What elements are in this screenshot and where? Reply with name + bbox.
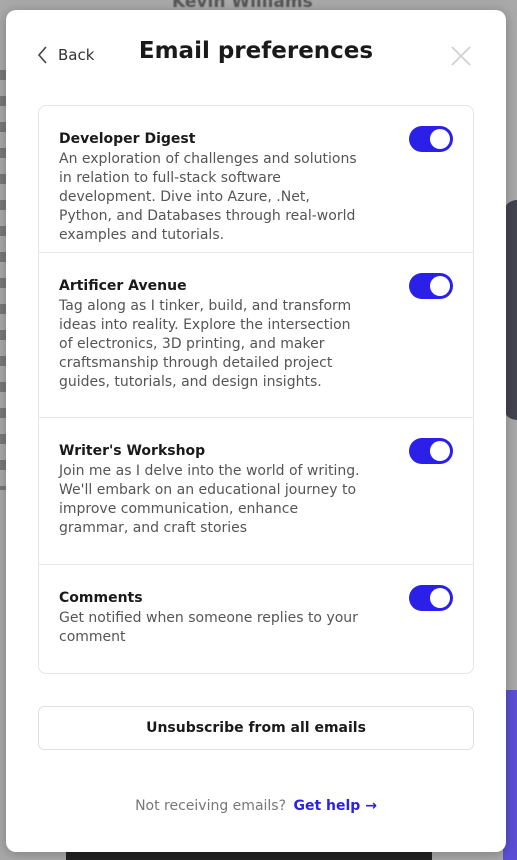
get-help-link[interactable]: Get help → [293,798,376,814]
toggle-knob [430,129,450,149]
help-line: Not receiving emails? Get help → [6,798,506,814]
preference-name: Comments [59,590,143,606]
preference-name: Artificer Avenue [59,278,187,294]
preferences-list: Developer Digest An exploration of chall… [38,105,474,674]
close-icon[interactable] [450,45,472,67]
toggle-knob [430,441,450,461]
preference-artificer-avenue: Artificer Avenue Tag along as I tinker, … [39,253,473,418]
preference-writers-workshop: Writer's Workshop Join me as I delve int… [39,418,473,565]
preference-description: An exploration of challenges and solutio… [59,151,357,243]
preference-description: Join me as I delve into the world of wri… [59,463,360,536]
unsubscribe-all-button[interactable]: Unsubscribe from all emails [38,706,474,750]
toggle-knob [430,588,450,608]
preference-description: Get notified when someone replies to you… [59,610,358,645]
preference-name: Writer's Workshop [59,443,206,459]
preference-comments: Comments Get notified when someone repli… [39,565,473,673]
dialog-title: Email preferences [138,38,374,64]
developer-digest-toggle[interactable] [409,126,453,152]
comments-toggle[interactable] [409,585,453,611]
preference-name: Developer Digest [59,131,196,147]
preference-developer-digest: Developer Digest An exploration of chall… [39,106,473,253]
writers-workshop-toggle[interactable] [409,438,453,464]
toggle-knob [430,276,450,296]
artificer-avenue-toggle[interactable] [409,273,453,299]
email-preferences-dialog: Back Email preferences Developer Digest … [6,10,506,852]
preference-description: Tag along as I tinker, build, and transf… [59,298,352,390]
help-prefix: Not receiving emails? [135,798,287,814]
